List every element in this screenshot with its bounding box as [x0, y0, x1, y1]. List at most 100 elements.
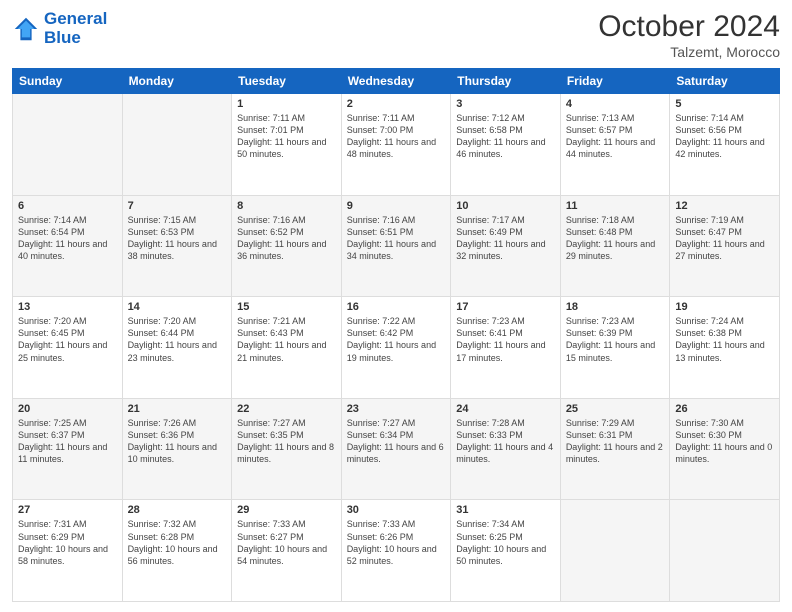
calendar-week-row: 6 Sunrise: 7:14 AMSunset: 6:54 PMDaylight… — [13, 195, 780, 297]
day-number: 14 — [128, 301, 227, 313]
cell-info: Sunrise: 7:23 AMSunset: 6:39 PMDaylight:… — [566, 315, 665, 364]
month-year: October 2024 — [598, 10, 780, 44]
cell-info: Sunrise: 7:31 AMSunset: 6:29 PMDaylight:… — [18, 518, 117, 567]
calendar-cell — [122, 94, 232, 196]
calendar-cell: 17Sunrise: 7:23 AMSunset: 6:41 PMDayligh… — [451, 297, 561, 399]
day-number: 24 — [456, 403, 555, 415]
day-number: 19 — [675, 301, 774, 313]
calendar-cell: 1Sunrise: 7:11 AMSunset: 7:01 PMDaylight… — [232, 94, 342, 196]
day-number: 23 — [347, 403, 446, 415]
location: Talzemt, Morocco — [598, 44, 780, 60]
day-number: 21 — [128, 403, 227, 415]
calendar-week-row: 13Sunrise: 7:20 AMSunset: 6:45 PMDayligh… — [13, 297, 780, 399]
cell-info: Sunrise: 7:24 AMSunset: 6:38 PMDaylight:… — [675, 315, 774, 364]
day-number: 7 — [128, 200, 227, 212]
day-number: 29 — [237, 504, 336, 516]
logo: General Blue — [12, 10, 107, 47]
day-number: 27 — [18, 504, 117, 516]
calendar-cell: 15Sunrise: 7:21 AMSunset: 6:43 PMDayligh… — [232, 297, 342, 399]
day-number: 12 — [675, 200, 774, 212]
day-number: 6 — [18, 200, 117, 212]
col-tuesday: Tuesday — [232, 69, 342, 94]
calendar-cell: 29 Sunrise: 7:33 AMSunset: 6:27 PMDayligh… — [232, 500, 342, 602]
col-thursday: Thursday — [451, 69, 561, 94]
calendar-cell: 11 Sunrise: 7:18 AMSunset: 6:48 PMDayligh… — [560, 195, 670, 297]
cell-info: Sunrise: 7:27 AMSunset: 6:34 PMDaylight:… — [347, 417, 446, 466]
col-monday: Monday — [122, 69, 232, 94]
calendar-cell: 27 Sunrise: 7:31 AMSunset: 6:29 PMDayligh… — [13, 500, 123, 602]
calendar-cell: 12 Sunrise: 7:19 AMSunset: 6:47 PMDayligh… — [670, 195, 780, 297]
day-number: 10 — [456, 200, 555, 212]
cell-info: Sunrise: 7:26 AMSunset: 6:36 PMDaylight:… — [128, 417, 227, 466]
cell-info: Sunrise: 7:30 AMSunset: 6:30 PMDaylight:… — [675, 417, 774, 466]
cell-info: Sunrise: 7:16 AMSunset: 6:51 PMDaylight:… — [347, 214, 446, 263]
cell-info: Sunrise: 7:33 AMSunset: 6:27 PMDaylight:… — [237, 518, 336, 567]
day-number: 31 — [456, 504, 555, 516]
day-number: 13 — [18, 301, 117, 313]
calendar-cell: 22 Sunrise: 7:27 AMSunset: 6:35 PMDayligh… — [232, 398, 342, 500]
cell-info: Sunrise: 7:11 AMSunset: 7:00 PMDaylight:… — [347, 112, 446, 161]
calendar-cell: 28 Sunrise: 7:32 AMSunset: 6:28 PMDayligh… — [122, 500, 232, 602]
day-number: 25 — [566, 403, 665, 415]
day-number: 26 — [675, 403, 774, 415]
calendar-cell — [560, 500, 670, 602]
calendar-cell: 31 Sunrise: 7:34 AMSunset: 6:25 PMDayligh… — [451, 500, 561, 602]
day-number: 15 — [237, 301, 336, 313]
day-number: 2 — [347, 98, 446, 110]
title-block: October 2024 Talzemt, Morocco — [598, 10, 780, 60]
cell-info: Sunrise: 7:25 AMSunset: 6:37 PMDaylight:… — [18, 417, 117, 466]
calendar-header-row: Sunday Monday Tuesday Wednesday Thursday… — [13, 69, 780, 94]
calendar-cell: 25 Sunrise: 7:29 AMSunset: 6:31 PMDayligh… — [560, 398, 670, 500]
day-number: 4 — [566, 98, 665, 110]
calendar-cell: 14 Sunrise: 7:20 AMSunset: 6:44 PMDayligh… — [122, 297, 232, 399]
cell-info: Sunrise: 7:27 AMSunset: 6:35 PMDaylight:… — [237, 417, 336, 466]
cell-info: Sunrise: 7:28 AMSunset: 6:33 PMDaylight:… — [456, 417, 555, 466]
cell-info: Sunrise: 7:11 AMSunset: 7:01 PMDaylight:… — [237, 112, 336, 161]
calendar-cell: 18 Sunrise: 7:23 AMSunset: 6:39 PMDayligh… — [560, 297, 670, 399]
col-sunday: Sunday — [13, 69, 123, 94]
calendar-cell: 19 Sunrise: 7:24 AMSunset: 6:38 PMDayligh… — [670, 297, 780, 399]
cell-info: Sunrise: 7:18 AMSunset: 6:48 PMDaylight:… — [566, 214, 665, 263]
cell-info: Sunrise: 7:29 AMSunset: 6:31 PMDaylight:… — [566, 417, 665, 466]
cell-info: Sunrise: 7:14 AMSunset: 6:54 PMDaylight:… — [18, 214, 117, 263]
cell-info: Sunrise: 7:17 AMSunset: 6:49 PMDaylight:… — [456, 214, 555, 263]
logo-text: General Blue — [44, 10, 107, 47]
calendar-cell: 3Sunrise: 7:12 AMSunset: 6:58 PMDaylight… — [451, 94, 561, 196]
col-saturday: Saturday — [670, 69, 780, 94]
calendar-cell: 20 Sunrise: 7:25 AMSunset: 6:37 PMDayligh… — [13, 398, 123, 500]
day-number: 5 — [675, 98, 774, 110]
cell-info: Sunrise: 7:20 AMSunset: 6:44 PMDaylight:… — [128, 315, 227, 364]
header: General Blue October 2024 Talzemt, Moroc… — [12, 10, 780, 60]
cell-info: Sunrise: 7:19 AMSunset: 6:47 PMDaylight:… — [675, 214, 774, 263]
cell-info: Sunrise: 7:34 AMSunset: 6:25 PMDaylight:… — [456, 518, 555, 567]
day-number: 20 — [18, 403, 117, 415]
day-number: 9 — [347, 200, 446, 212]
cell-info: Sunrise: 7:16 AMSunset: 6:52 PMDaylight:… — [237, 214, 336, 263]
day-number: 28 — [128, 504, 227, 516]
calendar-cell: 21 Sunrise: 7:26 AMSunset: 6:36 PMDayligh… — [122, 398, 232, 500]
calendar-cell: 8 Sunrise: 7:16 AMSunset: 6:52 PMDaylight… — [232, 195, 342, 297]
calendar-cell: 23 Sunrise: 7:27 AMSunset: 6:34 PMDayligh… — [341, 398, 451, 500]
calendar-cell: 30Sunrise: 7:33 AMSunset: 6:26 PMDayligh… — [341, 500, 451, 602]
day-number: 22 — [237, 403, 336, 415]
calendar-cell: 24 Sunrise: 7:28 AMSunset: 6:33 PMDayligh… — [451, 398, 561, 500]
calendar-cell: 10 Sunrise: 7:17 AMSunset: 6:49 PMDayligh… — [451, 195, 561, 297]
cell-info: Sunrise: 7:15 AMSunset: 6:53 PMDaylight:… — [128, 214, 227, 263]
calendar: Sunday Monday Tuesday Wednesday Thursday… — [12, 68, 780, 602]
calendar-cell: 26 Sunrise: 7:30 AMSunset: 6:30 PMDayligh… — [670, 398, 780, 500]
page-container: General Blue October 2024 Talzemt, Moroc… — [0, 0, 792, 612]
day-number: 8 — [237, 200, 336, 212]
calendar-cell: 13Sunrise: 7:20 AMSunset: 6:45 PMDayligh… — [13, 297, 123, 399]
cell-info: Sunrise: 7:23 AMSunset: 6:41 PMDaylight:… — [456, 315, 555, 364]
day-number: 11 — [566, 200, 665, 212]
calendar-cell — [13, 94, 123, 196]
col-wednesday: Wednesday — [341, 69, 451, 94]
calendar-week-row: 20 Sunrise: 7:25 AMSunset: 6:37 PMDayligh… — [13, 398, 780, 500]
day-number: 18 — [566, 301, 665, 313]
cell-info: Sunrise: 7:33 AMSunset: 6:26 PMDaylight:… — [347, 518, 446, 567]
cell-info: Sunrise: 7:32 AMSunset: 6:28 PMDaylight:… — [128, 518, 227, 567]
calendar-cell: 5Sunrise: 7:14 AMSunset: 6:56 PMDaylight… — [670, 94, 780, 196]
calendar-cell: 7 Sunrise: 7:15 AMSunset: 6:53 PMDaylight… — [122, 195, 232, 297]
calendar-cell: 6 Sunrise: 7:14 AMSunset: 6:54 PMDaylight… — [13, 195, 123, 297]
calendar-cell: 9 Sunrise: 7:16 AMSunset: 6:51 PMDaylight… — [341, 195, 451, 297]
